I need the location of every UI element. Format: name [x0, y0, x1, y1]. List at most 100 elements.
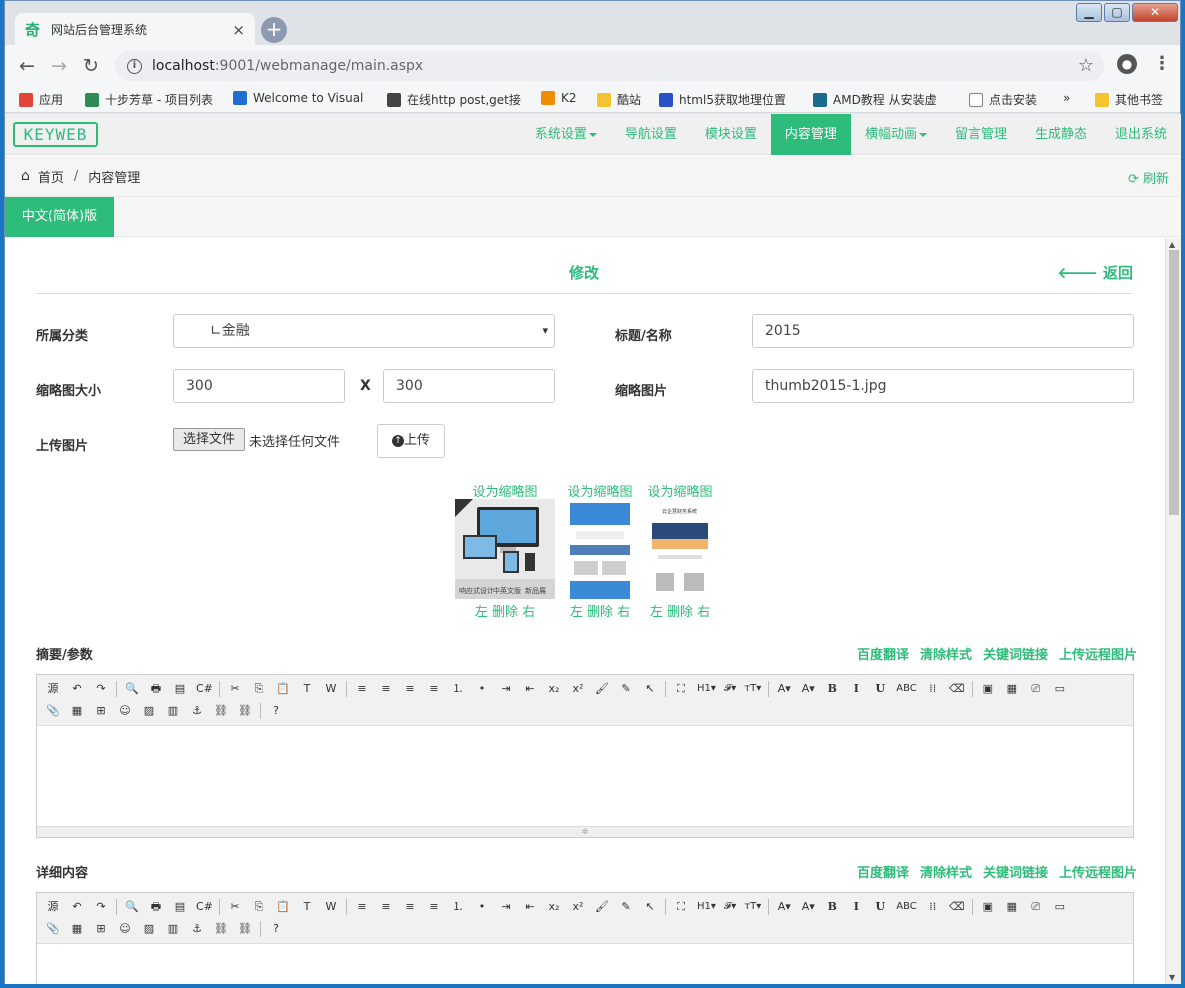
reload-icon[interactable]: ↻: [83, 55, 99, 77]
editor-tool-icon[interactable]: ⛶: [673, 681, 689, 697]
editor-tool-icon[interactable]: ↖: [642, 899, 658, 915]
bookmarks-more[interactable]: »: [1063, 91, 1070, 105]
bookmark-item[interactable]: K2: [541, 91, 577, 105]
upload-remote-image-link[interactable]: 上传远程图片: [1059, 862, 1137, 881]
editor-tool-icon[interactable]: ▨: [141, 921, 157, 937]
close-tab-icon[interactable]: ×: [232, 21, 245, 39]
editor-tool-icon[interactable]: ▭: [1052, 899, 1068, 915]
editor-tool-icon[interactable]: I: [848, 899, 864, 915]
editor-tool-icon[interactable]: ✎: [618, 899, 634, 915]
editor-tool-icon[interactable]: ⇥: [498, 899, 514, 915]
account-icon[interactable]: ●: [1117, 54, 1137, 74]
editor-tool-icon[interactable]: A▾: [776, 681, 792, 697]
menu-system-settings[interactable]: 系统设置: [521, 114, 611, 155]
menu-banner-animation[interactable]: 横幅动画: [851, 114, 941, 155]
editor-tool-icon[interactable]: ⎘: [251, 899, 267, 915]
editor-tool-icon[interactable]: x²: [570, 899, 586, 915]
editor-tool-icon[interactable]: ABC: [896, 899, 917, 915]
editor-tool-icon[interactable]: ↶: [69, 681, 85, 697]
editor-tool-icon[interactable]: 🖌: [594, 681, 610, 697]
browser-tab[interactable]: 奇 网站后台管理系统 ×: [15, 13, 255, 46]
editor-tool-icon[interactable]: U: [872, 681, 888, 697]
menu-nav-settings[interactable]: 导航设置: [611, 114, 691, 155]
tab-zh-cn[interactable]: 中文(简体)版: [5, 197, 114, 237]
editor-tool-icon[interactable]: ☺: [117, 921, 133, 937]
editor-tool-icon[interactable]: ≡: [426, 899, 442, 915]
vertical-scrollbar[interactable]: ▲ ▼: [1165, 238, 1181, 984]
editor-tool-icon[interactable]: 源: [45, 681, 61, 697]
thumbnail-image[interactable]: [570, 499, 630, 599]
editor-tool-icon[interactable]: ⛓: [213, 921, 229, 937]
editor-tool-icon[interactable]: ⎚: [1028, 899, 1044, 915]
forward-arrow-icon[interactable]: →: [51, 55, 67, 77]
editor-tool-icon[interactable]: ▨: [141, 703, 157, 719]
editor-resize-handle[interactable]: ≑: [37, 826, 1133, 837]
editor-tool-icon[interactable]: ↷: [93, 681, 109, 697]
choose-file-button[interactable]: 选择文件: [173, 428, 245, 451]
editor-tool-icon[interactable]: тT▾: [744, 899, 761, 915]
new-tab-button[interactable]: +: [261, 17, 287, 43]
editor-tool-icon[interactable]: ✎: [618, 681, 634, 697]
editor-tool-icon[interactable]: ⁞⁞: [925, 899, 941, 915]
editor-tool-icon[interactable]: ▥: [165, 921, 181, 937]
menu-kebab-icon[interactable]: ⋮: [1153, 53, 1171, 74]
editor-tool-icon[interactable]: 📎: [45, 703, 61, 719]
editor-tool-icon[interactable]: ▣: [980, 899, 996, 915]
editor-tool-icon[interactable]: ▤: [172, 681, 188, 697]
menu-content-management[interactable]: 内容管理: [770, 114, 851, 155]
editor-tool-icon[interactable]: A▾: [800, 899, 816, 915]
editor-tool-icon[interactable]: ✂: [227, 899, 243, 915]
editor-tool-icon[interactable]: тT▾: [744, 681, 761, 697]
editor-tool-icon[interactable]: ≡: [354, 681, 370, 697]
editor-tool-icon[interactable]: ☺: [117, 703, 133, 719]
editor-tool-icon[interactable]: ⛓: [213, 703, 229, 719]
keyword-link[interactable]: 关键词链接: [983, 862, 1048, 881]
category-select[interactable]: ∟金融: [173, 314, 555, 348]
editor-tool-icon[interactable]: ⇤: [522, 899, 538, 915]
editor-tool-icon[interactable]: H1▾: [697, 899, 716, 915]
thumb-width-input[interactable]: 300: [173, 369, 345, 403]
editor-tool-icon[interactable]: ↖: [642, 681, 658, 697]
editor-tool-icon[interactable]: x₂: [546, 899, 562, 915]
editor-tool-icon[interactable]: W: [323, 681, 339, 697]
upload-button[interactable]: ↑ 上传: [377, 424, 445, 458]
bookmark-folder[interactable]: 酷站: [597, 91, 641, 108]
editor-tool-icon[interactable]: ⌫: [949, 899, 965, 915]
back-button[interactable]: 🡐 返回: [1058, 262, 1133, 283]
move-right-link[interactable]: 右: [522, 605, 535, 620]
editor-tool-icon[interactable]: 源: [45, 899, 61, 915]
refresh-button[interactable]: ⟳ 刷新: [1128, 168, 1169, 187]
editor-tool-icon[interactable]: ⚓: [189, 703, 205, 719]
thumbnail-image[interactable]: 响应式设计 中英文版 新品展: [455, 499, 555, 599]
maximize-button[interactable]: ▢: [1104, 3, 1130, 22]
editor-tool-icon[interactable]: ⁞⁞: [925, 681, 941, 697]
editor-tool-icon[interactable]: ≡: [426, 681, 442, 697]
bookmark-other-folder[interactable]: 其他书签: [1095, 91, 1163, 108]
editor-tool-icon[interactable]: H1▾: [697, 681, 716, 697]
set-thumbnail-link[interactable]: 设为缩略图: [630, 481, 730, 500]
editor-tool-icon[interactable]: •: [474, 899, 490, 915]
editor-tool-icon[interactable]: ✂: [227, 681, 243, 697]
editor-tool-icon[interactable]: ↷: [93, 899, 109, 915]
editor-tool-icon[interactable]: ≡: [402, 681, 418, 697]
editor-tool-icon[interactable]: 🖌: [594, 899, 610, 915]
back-arrow-icon[interactable]: ←: [19, 55, 35, 77]
editor-tool-icon[interactable]: A▾: [800, 681, 816, 697]
bookmark-item[interactable]: 点击安装: [969, 91, 1037, 108]
editor-tool-icon[interactable]: ⇥: [498, 681, 514, 697]
thumb-height-input[interactable]: 300: [383, 369, 555, 403]
scroll-up-icon[interactable]: ▲: [1169, 240, 1175, 249]
thumb-image-input[interactable]: thumb2015-1.jpg: [752, 369, 1134, 403]
scrollbar-thumb[interactable]: [1169, 250, 1179, 515]
editor-tool-icon[interactable]: ⛓: [237, 703, 253, 719]
editor-tool-icon[interactable]: T: [299, 899, 315, 915]
thumbnail-image[interactable]: 云企慧财务系统: [650, 499, 710, 599]
menu-generate-static[interactable]: 生成静态: [1021, 114, 1101, 155]
breadcrumb-home[interactable]: 首页: [38, 167, 64, 186]
delete-link[interactable]: 删除: [492, 605, 518, 620]
move-right-link[interactable]: 右: [697, 605, 710, 620]
menu-module-settings[interactable]: 模块设置: [691, 114, 771, 155]
move-left-link[interactable]: 左: [570, 605, 583, 620]
editor-tool-icon[interactable]: I: [848, 681, 864, 697]
editor-tool-icon[interactable]: 📋: [275, 681, 291, 697]
